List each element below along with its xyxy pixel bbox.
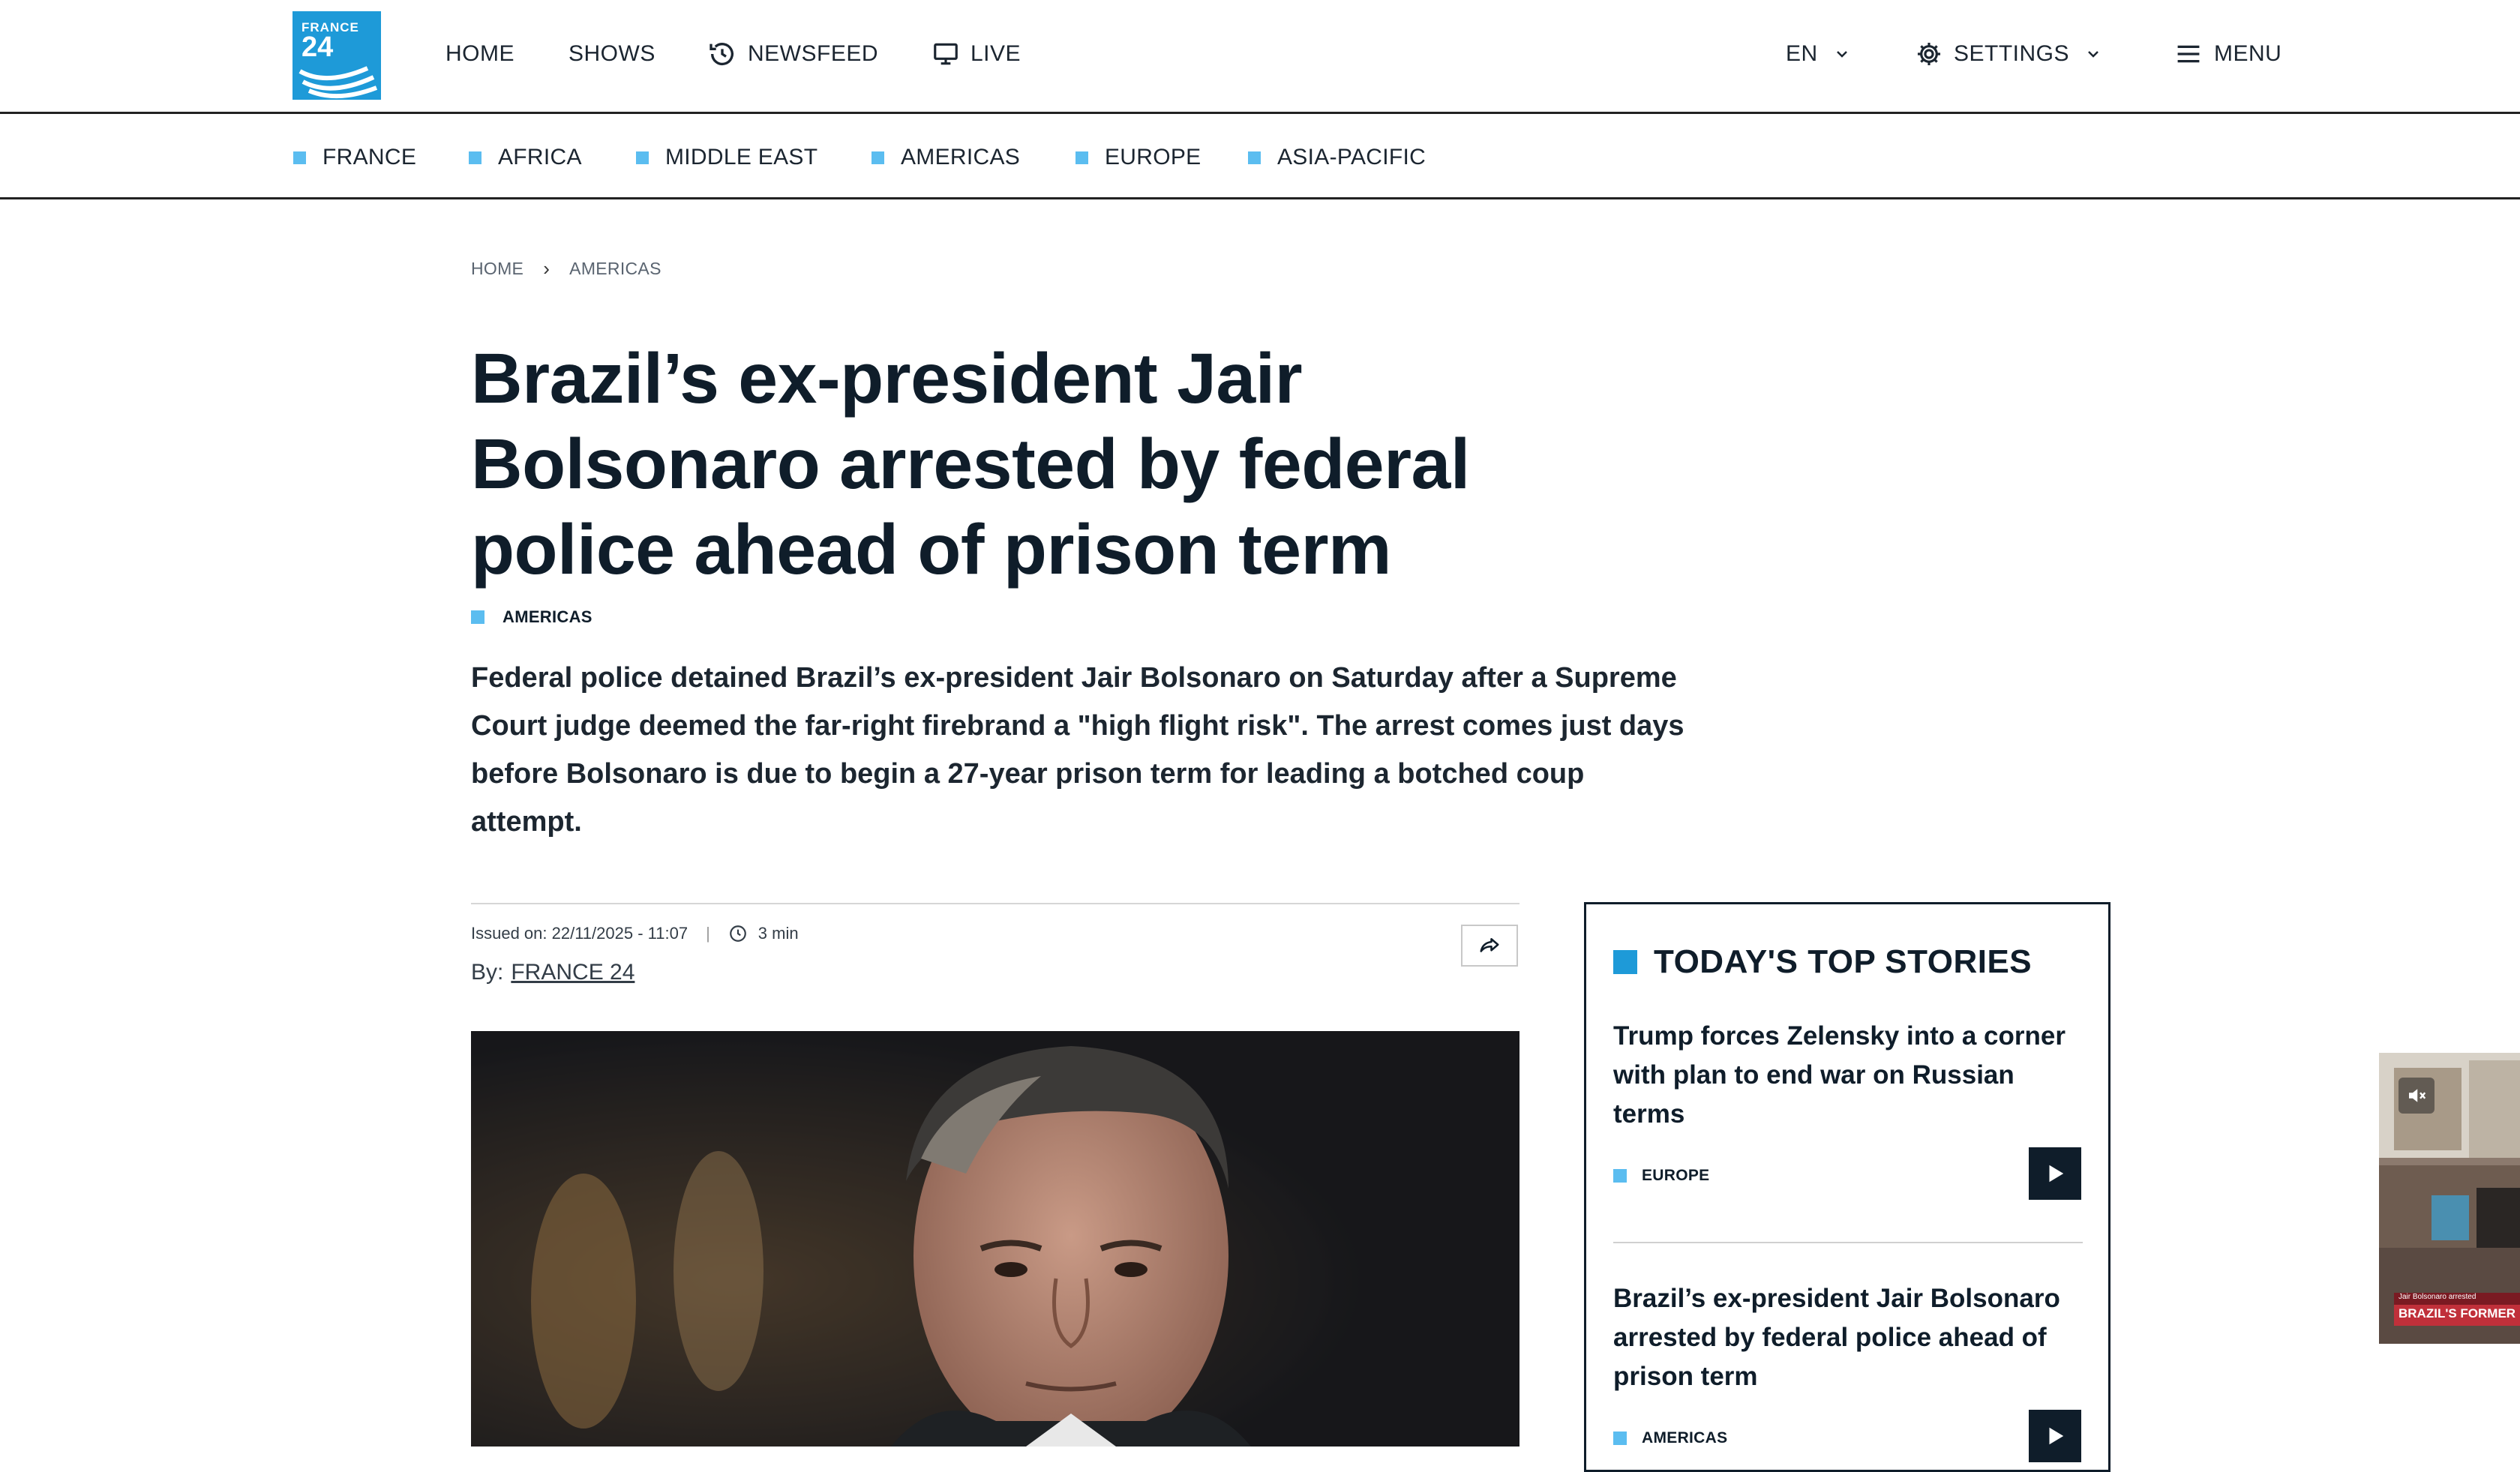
- byline-prefix: By:: [471, 960, 504, 985]
- story-1-title[interactable]: Trump forces Zelensky into a corner with…: [1613, 1017, 2086, 1134]
- share-button[interactable]: [1461, 925, 1518, 967]
- byline: By: FRANCE 24: [471, 960, 634, 985]
- story-1-play-button[interactable]: [2029, 1147, 2081, 1200]
- gear-icon: [1917, 42, 1941, 66]
- region-france[interactable]: FRANCE: [293, 142, 416, 172]
- play-icon: [2049, 1427, 2064, 1445]
- region-label: MIDDLE EAST: [665, 145, 818, 169]
- top-stories-title-text: TODAY'S TOP STORIES: [1654, 943, 2032, 980]
- region-label: ASIA-PACIFIC: [1277, 145, 1426, 169]
- hamburger-icon: [2177, 45, 2200, 63]
- language-selector[interactable]: EN: [1786, 39, 1851, 69]
- breadcrumb: HOME › AMERICAS: [471, 257, 662, 280]
- floating-video-player[interactable]: Jair Bolsonaro arrested BRAZIL'S FORMER: [2379, 1053, 2520, 1344]
- divider: [471, 903, 1520, 904]
- bolsonaro-photo: [471, 1031, 1520, 1447]
- divider: [1613, 1242, 2083, 1243]
- region-africa[interactable]: AFRICA: [469, 142, 582, 172]
- article-headline: Brazil’s ex-president Jair Bolsonaro arr…: [471, 339, 1470, 589]
- region-americas[interactable]: AMERICAS: [872, 142, 1020, 172]
- meta-separator: |: [706, 924, 710, 943]
- region-square-icon: [1076, 151, 1088, 164]
- story-1-tag-label: EUROPE: [1642, 1167, 1710, 1184]
- region-middle-east[interactable]: MIDDLE EAST: [636, 142, 818, 172]
- story-2-tag[interactable]: AMERICAS: [1613, 1429, 1727, 1447]
- region-label: AFRICA: [498, 145, 582, 169]
- tag-square-icon: [1613, 1169, 1627, 1183]
- play-icon: [2049, 1165, 2064, 1183]
- article-tag-label: AMERICAS: [502, 607, 592, 626]
- top-navigation: FRANCE 24 HOME SHOWS NEWSFEED LIVE EN SE…: [0, 0, 2520, 114]
- region-square-icon: [1248, 151, 1261, 164]
- region-square-icon: [293, 151, 306, 164]
- nav-live-label: LIVE: [970, 41, 1022, 66]
- nav-newsfeed[interactable]: NEWSFEED: [707, 39, 878, 69]
- region-square-icon: [872, 151, 884, 164]
- region-europe[interactable]: EUROPE: [1076, 142, 1202, 172]
- article-lede: Federal police detained Brazil’s ex-pres…: [471, 662, 1684, 838]
- region-label: EUROPE: [1105, 145, 1202, 169]
- region-label: AMERICAS: [901, 145, 1021, 169]
- video-caption-big: BRAZIL'S FORMER: [2398, 1306, 2516, 1321]
- chevron-right-icon: ›: [543, 257, 550, 280]
- logo-waves-icon: [298, 66, 378, 99]
- chevron-down-icon: [1836, 51, 1847, 58]
- article-tag[interactable]: AMERICAS: [471, 607, 592, 627]
- breadcrumb-section[interactable]: AMERICAS: [569, 259, 662, 279]
- article-hero-image: [471, 1031, 1520, 1447]
- region-square-icon: [469, 151, 482, 164]
- author-link[interactable]: FRANCE 24: [511, 960, 634, 985]
- top-stories-title: TODAY'S TOP STORIES: [1613, 943, 2032, 981]
- story-2-title[interactable]: Brazil’s ex-president Jair Bolsonaro arr…: [1613, 1279, 2086, 1396]
- article-meta: Issued on: 22/11/2025 - 11:07 | 3 min: [471, 924, 799, 943]
- menu-label: MENU: [2214, 41, 2282, 66]
- settings-menu[interactable]: SETTINGS: [1915, 39, 2102, 69]
- chevron-down-icon: [2088, 51, 2098, 58]
- region-navigation: FRANCE AFRICA MIDDLE EAST AMERICAS EUROP…: [0, 114, 2520, 199]
- nav-home[interactable]: HOME: [446, 39, 514, 69]
- nav-live[interactable]: LIVE: [932, 39, 1021, 69]
- settings-label: SETTINGS: [1954, 41, 2070, 66]
- region-asia-pacific[interactable]: ASIA-PACIFIC: [1248, 142, 1426, 172]
- story-2-play-button[interactable]: [2029, 1410, 2081, 1462]
- read-time: 3 min: [758, 924, 799, 943]
- breadcrumb-home[interactable]: HOME: [471, 259, 524, 279]
- region-square-icon: [636, 151, 649, 164]
- nav-newsfeed-label: NEWSFEED: [748, 41, 879, 66]
- title-square-icon: [1613, 950, 1637, 974]
- mute-button[interactable]: [2398, 1078, 2434, 1114]
- tag-square-icon: [471, 610, 484, 624]
- france24-logo[interactable]: FRANCE 24: [292, 11, 381, 100]
- nav-shows[interactable]: SHOWS: [568, 39, 656, 69]
- story-2-tag-label: AMERICAS: [1642, 1429, 1728, 1447]
- top-stories-panel: TODAY'S TOP STORIES Trump forces Zelensk…: [1584, 902, 2110, 1472]
- language-label: EN: [1786, 41, 1818, 66]
- share-icon: [1480, 938, 1499, 952]
- video-caption-small: Jair Bolsonaro arrested: [2398, 1293, 2476, 1301]
- region-label: FRANCE: [322, 145, 417, 169]
- tv-icon: [934, 43, 958, 65]
- story-1-tag[interactable]: EUROPE: [1613, 1167, 1710, 1185]
- issued-date: Issued on: 22/11/2025 - 11:07: [471, 924, 688, 943]
- history-icon: [710, 43, 734, 66]
- clock-icon: [729, 925, 746, 942]
- tag-square-icon: [1613, 1432, 1627, 1445]
- mute-icon: [2409, 1089, 2426, 1102]
- menu-button[interactable]: MENU: [2174, 39, 2282, 69]
